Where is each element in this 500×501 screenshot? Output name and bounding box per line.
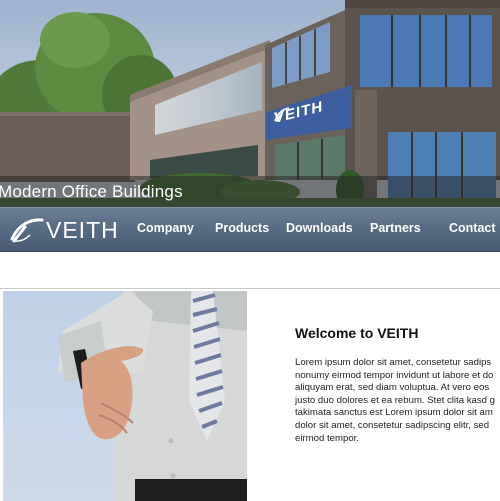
welcome-heading: Welcome to VEITH (295, 325, 419, 341)
handshake-photo (3, 291, 247, 501)
body-line: nonumy eirmod tempor invidunt ut labore … (295, 369, 494, 381)
body-line: Lorem ipsum dolor sit amet, consetetur s… (295, 357, 492, 368)
nav-company[interactable]: Company (137, 221, 194, 235)
body-line: takimata sanctus est Lorem ipsum dolor s… (295, 407, 493, 419)
businessman-image (58, 291, 247, 501)
body-line: aliquyam erat, sed diam voluptua. At ver… (295, 382, 490, 394)
body-line: justo duo dolores et ea rebum. Stet clit… (295, 394, 495, 406)
body-line: dolor sit amet, consetetur sadipscing el… (295, 419, 490, 431)
nav-products[interactable]: Products (215, 221, 269, 235)
hero-caption: Modern Office Buildings (0, 182, 183, 201)
nav-downloads[interactable]: Downloads (286, 221, 353, 235)
hero-banner: VEITH Modern Office Buildings (0, 0, 500, 207)
body-line: eirmod tempor. (295, 432, 359, 444)
welcome-text: Lorem ipsum dolor sit amet, consetetur s… (295, 357, 500, 457)
main-content: Welcome to VEITH Lorem ipsum dolor sit a… (0, 288, 500, 501)
nav-partners[interactable]: Partners (370, 221, 421, 235)
nav-contact[interactable]: Contact (449, 221, 496, 235)
main-navigation: VEITH Company Products Downloads Partner… (0, 207, 500, 252)
